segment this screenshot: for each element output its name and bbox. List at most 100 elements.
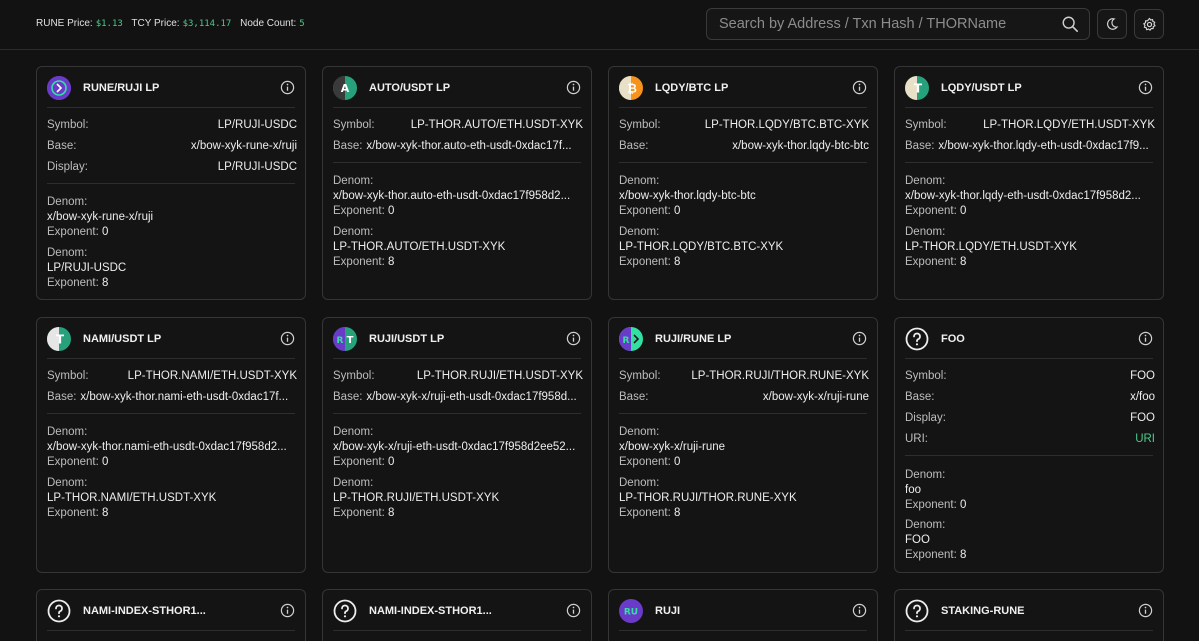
- info-icon[interactable]: [852, 603, 867, 618]
- card-header: ₿ LQDY/BTC LP: [619, 76, 867, 100]
- info-icon[interactable]: [1138, 603, 1153, 618]
- divider: [619, 162, 867, 163]
- uri-link[interactable]: URI: [1135, 433, 1155, 445]
- search-icon[interactable]: [1061, 15, 1079, 33]
- denom-value: x/bow-xyk-x/ruji-rune: [619, 441, 726, 453]
- base-row: Base: x/bow-xyk-thor.lqdy-btc-btc: [619, 140, 869, 156]
- exponent-value: 0: [674, 456, 681, 468]
- asset-card[interactable]: T LQDY/USDT LP Symbol: LP-THOR.LQDY/ETH.U…: [894, 66, 1164, 300]
- symbol-label: Symbol:: [47, 119, 89, 131]
- denom-label: Denom:: [333, 477, 374, 489]
- info-icon[interactable]: [1138, 80, 1153, 95]
- asset-card[interactable]: RUNE/RUJI LP Symbol: LP/RUJI-USDC Base: x/…: [36, 66, 306, 300]
- symbol-value: LP-THOR.RUJI/THOR.RUNE-XYK: [691, 370, 869, 382]
- card-header: RT RUJI/USDT LP: [333, 327, 581, 351]
- card-header: R RUJI/RUNE LP: [619, 327, 867, 351]
- svg-text:R: R: [623, 336, 630, 346]
- symbol-row: Symbol: LP-THOR.RUJI/THOR.RUNE-XYK: [619, 370, 869, 386]
- info-icon[interactable]: [280, 331, 295, 346]
- base-label: Base:: [619, 391, 649, 403]
- info-icon[interactable]: [566, 80, 581, 95]
- ruji-usdt-logo: RT: [333, 327, 357, 351]
- asset-card[interactable]: R RUJI/RUNE LP Symbol: LP-THOR.RUJI/THOR.…: [608, 317, 878, 573]
- asset-card[interactable]: RT RUJI/USDT LP Symbol: LP-THOR.RUJI/ETH.…: [322, 317, 592, 573]
- divider: [619, 630, 867, 631]
- tcy-price-value: $3,114.17: [182, 19, 232, 29]
- info-icon[interactable]: [852, 80, 867, 95]
- card-title: RUNE/RUJI LP: [83, 82, 160, 94]
- base-label: Base:: [333, 391, 363, 403]
- denom-label: Denom:: [619, 175, 660, 187]
- exponent-label: Exponent:: [47, 226, 99, 238]
- asset-card[interactable]: RU RUJI: [608, 589, 878, 641]
- exponent-label: Exponent:: [47, 507, 99, 519]
- asset-card[interactable]: NAMI-INDEX-STHOR1...: [36, 589, 306, 641]
- symbol-label: Symbol:: [905, 119, 947, 131]
- card-title: LQDY/BTC LP: [655, 82, 729, 94]
- denom-value: LP-THOR.LQDY/BTC.BTC-XYK: [619, 241, 784, 253]
- question-circle-icon: [905, 599, 929, 623]
- asset-card[interactable]: NAMI-INDEX-STHOR1...: [322, 589, 592, 641]
- denom-label: Denom:: [47, 196, 88, 208]
- card-title: NAMI-INDEX-STHOR1...: [369, 605, 492, 617]
- divider: [905, 358, 1153, 359]
- asset-card[interactable]: ₿ LQDY/BTC LP Symbol: LP-THOR.LQDY/BTC.BT…: [608, 66, 878, 300]
- info-icon[interactable]: [1138, 331, 1153, 346]
- question-circle-icon: [333, 599, 357, 623]
- info-icon[interactable]: [280, 603, 295, 618]
- denom-unit: Denom: x/bow-xyk-x/ruji-rune Exponent: 0: [619, 425, 869, 470]
- base-value: x/foo: [1130, 391, 1155, 403]
- divider: [47, 413, 295, 414]
- node-count-label: Node Count:: [240, 18, 297, 29]
- divider: [333, 107, 581, 108]
- asset-card[interactable]: FOO Symbol: FOO Base: x/foo Display: FOO UR…: [894, 317, 1164, 573]
- symbol-value: LP-THOR.NAMI/ETH.USDT-XYK: [127, 370, 297, 382]
- display-row: Display: FOO: [905, 412, 1155, 428]
- gear-icon: [1142, 17, 1156, 31]
- card-header: NAMI-INDEX-STHOR1...: [333, 599, 581, 623]
- denom-label: Denom:: [333, 426, 374, 438]
- denom-unit: Denom: x/bow-xyk-thor.lqdy-btc-btc Expon…: [619, 174, 869, 219]
- denom-value: LP-THOR.RUJI/THOR.RUNE-XYK: [619, 492, 797, 504]
- denom-value: LP-THOR.AUTO/ETH.USDT-XYK: [333, 241, 506, 253]
- search-box[interactable]: [706, 8, 1090, 40]
- asset-card[interactable]: STAKING-RUNE: [894, 589, 1164, 641]
- exponent-value: 8: [960, 256, 967, 268]
- denom-value: x/bow-xyk-thor.lqdy-eth-usdt-0xdac17f958…: [905, 190, 1141, 202]
- exponent-value: 0: [388, 205, 395, 217]
- top-bar: RUNE Price: $1.13 TCY Price: $3,114.17 Nod…: [0, 0, 1199, 50]
- card-title: NAMI/USDT LP: [83, 333, 162, 345]
- card-title: FOO: [941, 333, 965, 345]
- exponent-label: Exponent:: [619, 507, 671, 519]
- symbol-label: Symbol:: [47, 370, 89, 382]
- info-icon[interactable]: [280, 80, 295, 95]
- denom-unit: Denom: x/bow-xyk-thor.auto-eth-usdt-0xda…: [333, 174, 583, 219]
- symbol-label: Symbol:: [333, 119, 375, 131]
- info-icon[interactable]: [566, 603, 581, 618]
- tcy-price-label: TCY Price:: [131, 18, 180, 29]
- card-header: STAKING-RUNE: [905, 599, 1153, 623]
- base-row: Base: x/bow-xyk-x/ruji-eth-usdt-0xdac17f9…: [333, 391, 583, 407]
- info-icon[interactable]: [566, 331, 581, 346]
- theme-toggle-button[interactable]: [1097, 9, 1127, 39]
- search-input[interactable]: [719, 9, 1049, 39]
- exponent-label: Exponent:: [333, 205, 385, 217]
- denom-unit: Denom: LP/RUJI-USDC Exponent: 8: [47, 246, 297, 291]
- symbol-row: Symbol: LP-THOR.AUTO/ETH.USDT-XYK: [333, 119, 583, 135]
- denom-value: FOO: [905, 534, 930, 546]
- denom-label: Denom:: [619, 226, 660, 238]
- denom-label: Denom:: [905, 469, 946, 481]
- divider: [47, 358, 295, 359]
- exponent-value: 8: [102, 507, 109, 519]
- card-header: FOO: [905, 327, 1153, 351]
- exponent-value: 8: [388, 256, 395, 268]
- divider: [905, 162, 1153, 163]
- info-icon[interactable]: [852, 331, 867, 346]
- denom-unit: Denom: x/bow-xyk-rune-x/ruji Exponent: 0: [47, 195, 297, 240]
- divider: [619, 107, 867, 108]
- asset-card[interactable]: A AUTO/USDT LP Symbol: LP-THOR.AUTO/ETH.U…: [322, 66, 592, 300]
- nami-usdt-logo: T: [47, 327, 71, 351]
- base-value: x/bow-xyk-rune-x/ruji: [190, 140, 297, 152]
- asset-card[interactable]: T NAMI/USDT LP Symbol: LP-THOR.NAMI/ETH.U…: [36, 317, 306, 573]
- settings-button[interactable]: [1134, 9, 1164, 39]
